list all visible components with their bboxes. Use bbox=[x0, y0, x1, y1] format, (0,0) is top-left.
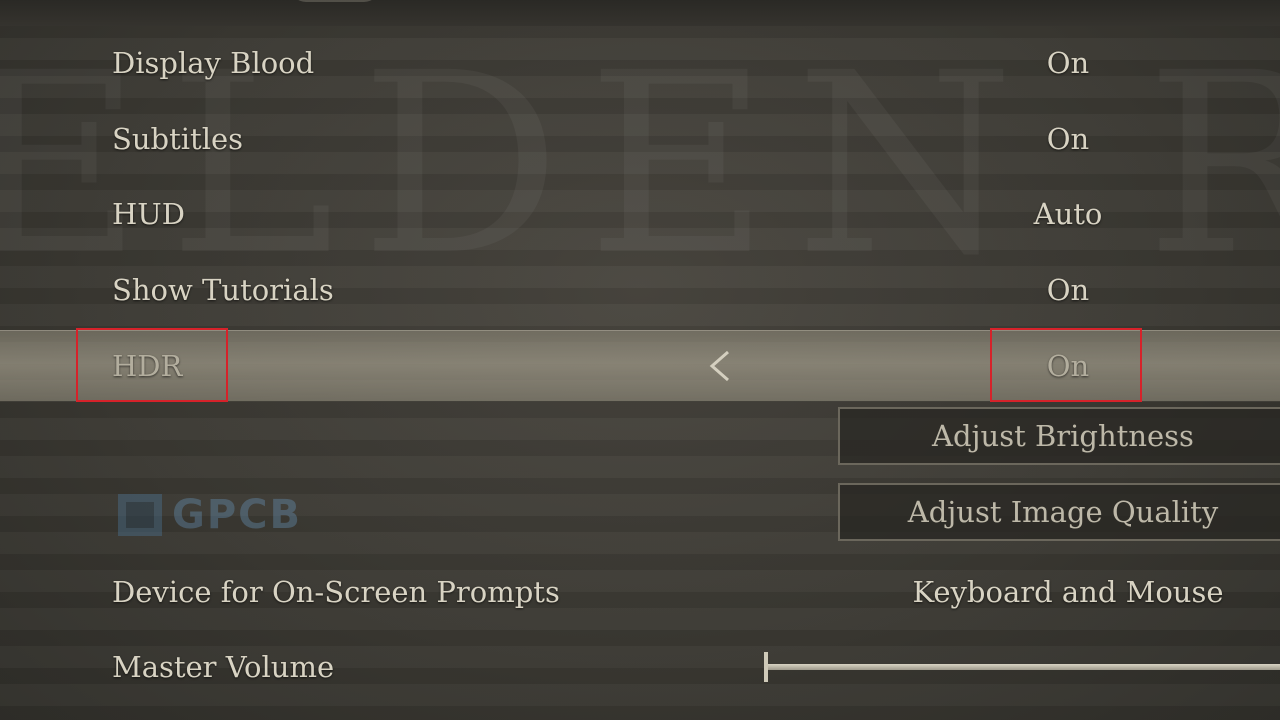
setting-row-device-prompts[interactable]: Device for On-Screen Prompts Keyboard an… bbox=[0, 557, 1280, 627]
annotation-box-hdr-value bbox=[990, 328, 1142, 402]
setting-label: Device for On-Screen Prompts bbox=[112, 575, 560, 609]
setting-row-show-tutorials[interactable]: Show Tutorials On bbox=[0, 255, 1280, 325]
setting-value[interactable]: Keyboard and Mouse bbox=[860, 575, 1276, 609]
adjust-brightness-button[interactable]: Adjust Brightness bbox=[838, 407, 1280, 465]
watermark-logo-icon bbox=[118, 494, 162, 536]
watermark: GPCB bbox=[118, 492, 302, 538]
setting-row-hud[interactable]: HUD Auto bbox=[0, 179, 1280, 249]
setting-value[interactable]: On bbox=[860, 273, 1276, 307]
setting-row-subtitles[interactable]: Subtitles On bbox=[0, 104, 1280, 174]
setting-label: Master Volume bbox=[112, 650, 335, 684]
button-label: Adjust Brightness bbox=[932, 419, 1194, 453]
setting-value[interactable]: Auto bbox=[860, 197, 1276, 231]
button-label: Adjust Image Quality bbox=[907, 495, 1219, 529]
setting-label: Subtitles bbox=[112, 122, 244, 156]
setting-value[interactable]: On bbox=[860, 122, 1276, 156]
adjust-image-quality-button[interactable]: Adjust Image Quality bbox=[838, 483, 1280, 541]
top-decoration bbox=[290, 0, 380, 2]
setting-label: Show Tutorials bbox=[112, 273, 334, 307]
setting-value[interactable]: On bbox=[860, 46, 1276, 80]
setting-label: Display Blood bbox=[112, 46, 315, 80]
setting-row-display-blood[interactable]: Display Blood On bbox=[0, 28, 1280, 98]
watermark-text: GPCB bbox=[172, 492, 302, 538]
setting-label: HUD bbox=[112, 197, 185, 231]
chevron-left-icon[interactable] bbox=[704, 348, 734, 384]
annotation-box-hdr-label bbox=[76, 328, 228, 402]
volume-slider-track[interactable] bbox=[768, 664, 1280, 670]
top-shade bbox=[0, 0, 1280, 26]
